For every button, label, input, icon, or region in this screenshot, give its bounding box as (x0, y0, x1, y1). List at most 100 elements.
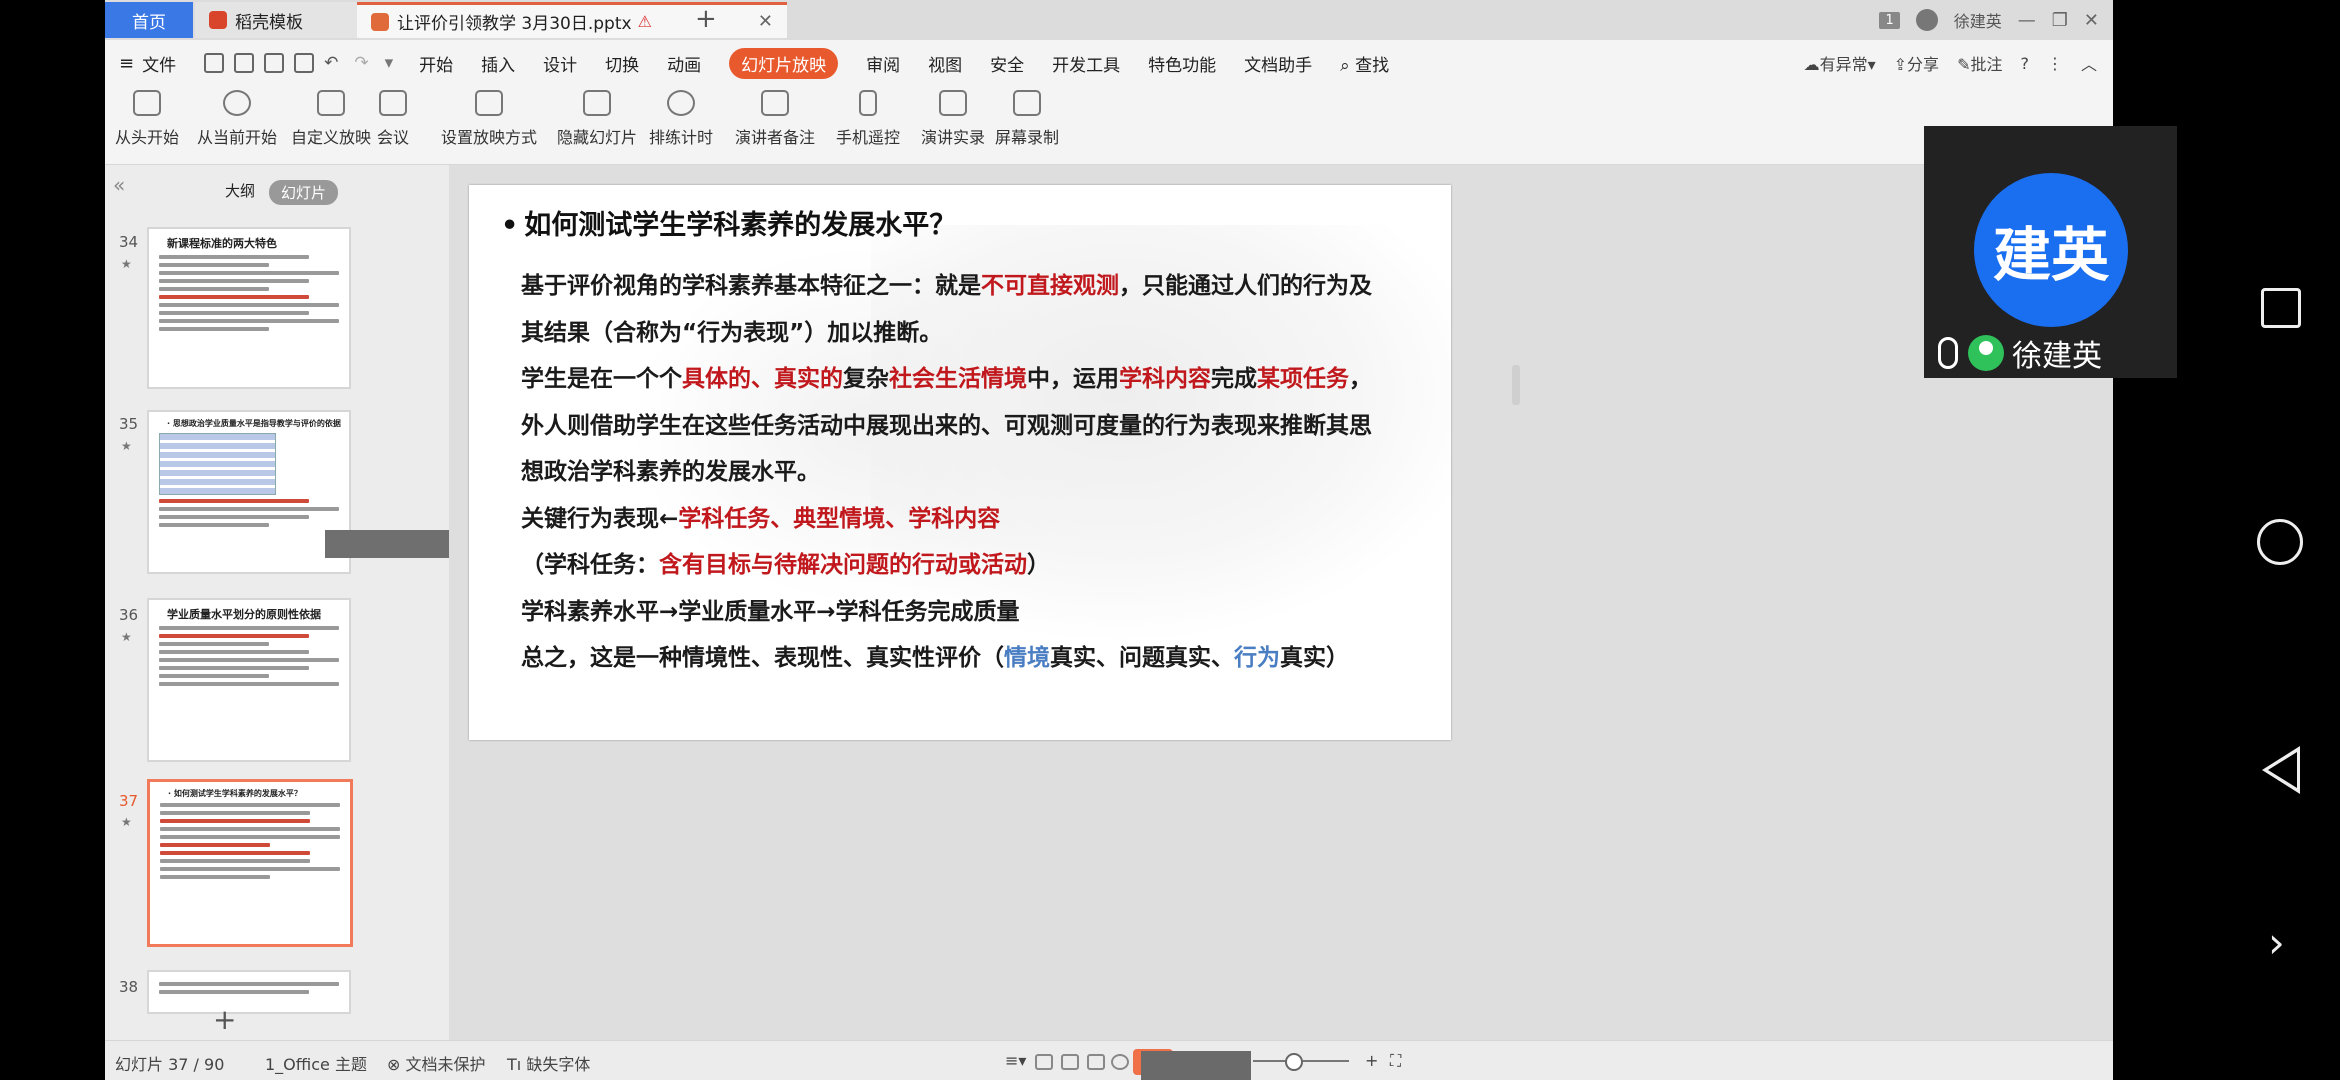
ribbon-label: 从当前开始 (197, 128, 278, 147)
menu-slideshow[interactable]: 幻灯片放映 (729, 47, 839, 79)
thumb-line (160, 827, 340, 831)
animation-star-icon: ★ (121, 815, 132, 829)
more-icon[interactable]: ⋮ (2047, 54, 2063, 73)
tab-document-label: 让评价引领教学 3月30日.pptx (397, 14, 632, 34)
thumb-line (159, 271, 339, 275)
menu-security[interactable]: 安全 (990, 51, 1024, 76)
tab-document[interactable]: 让评价引领教学 3月30日.pptx ⚠ ✕ (357, 2, 787, 38)
thumb-line (160, 875, 270, 879)
user-name[interactable]: 徐建英 (1954, 8, 2002, 32)
scrollbar-thumb[interactable] (1512, 365, 1520, 405)
timer-icon (667, 90, 695, 116)
tab-home[interactable]: 首页 (105, 2, 193, 38)
search-label: 查找 (1355, 55, 1390, 76)
home-icon[interactable] (2257, 519, 2303, 565)
play-from-start-icon (133, 90, 161, 116)
slide-thumbnail-36[interactable]: 学业质量水平划分的原则性依据 (147, 598, 351, 762)
tab-close-icon[interactable]: ✕ (758, 11, 773, 32)
current-slide[interactable]: • 如何测试学生学科素养的发展水平？ 基于评价视角的学科素养基本特征之一：就是不可… (469, 185, 1451, 740)
reading-view-icon[interactable] (1087, 1051, 1105, 1070)
meeting-button[interactable]: 会议 (377, 90, 409, 148)
tab-slides[interactable]: 幻灯片 (269, 180, 339, 205)
chevron-right-icon[interactable]: › (2268, 918, 2285, 967)
search-icon: ⌕ (1340, 55, 1356, 76)
user-avatar[interactable] (1915, 9, 1938, 31)
minimize-icon[interactable]: — (2018, 10, 2036, 31)
play-from-current-button[interactable]: 从当前开始 (197, 90, 277, 148)
zoom-in-icon[interactable]: + (1365, 1051, 1378, 1070)
thumb-line (160, 819, 310, 823)
tab-outline[interactable]: 大纲 (225, 180, 255, 205)
missing-fonts[interactable]: Tı 缺失字体 (507, 1051, 590, 1075)
thumb-line (159, 990, 309, 994)
fit-window-icon[interactable]: ⛶ (1390, 1051, 1401, 1071)
recent-apps-icon[interactable] (2261, 288, 2301, 328)
phone-remote-button[interactable]: 手机遥控 (836, 90, 900, 148)
user-icon (1968, 335, 2004, 371)
show-settings-button[interactable]: 设置放映方式 (441, 90, 537, 148)
thumbnail-title: · 如何测试学生学科素养的发展水平？ (168, 789, 302, 798)
preview-icon[interactable] (294, 53, 315, 73)
save-icon[interactable] (204, 53, 225, 73)
collapse-ribbon-icon[interactable]: ︿ (2081, 51, 2097, 75)
menu-review[interactable]: 审阅 (866, 51, 900, 76)
play-from-start-button[interactable]: 从头开始 (115, 90, 179, 148)
collapse-pane-icon[interactable]: « (113, 173, 125, 197)
notes-toggle-icon[interactable]: ≡▾ (1005, 1051, 1026, 1070)
slide-thumbnail-37-selected[interactable]: · 如何测试学生学科素养的发展水平？ (147, 779, 353, 947)
slide-title-text: 如何测试学生学科素养的发展水平？ (524, 210, 957, 241)
eye-protection-icon[interactable] (1111, 1051, 1129, 1070)
menu-developer[interactable]: 开发工具 (1052, 51, 1120, 76)
thumb-line (159, 311, 309, 315)
wps-presentation-window: 首页 稻壳模板 让评价引领教学 3月30日.pptx ⚠ ✕ + 1 徐建英 —… (105, 0, 2113, 1080)
participant-avatar: 建英 (1974, 173, 2128, 327)
new-tab-button[interactable]: + (695, 4, 717, 34)
undo-icon[interactable]: ↶ (324, 53, 338, 73)
document-protection[interactable]: ⊗ 文档未保护 (387, 1051, 486, 1075)
close-window-icon[interactable]: ✕ (2084, 10, 2099, 31)
ribbon-label: 屏幕录制 (995, 128, 1060, 147)
quick-access-more-icon[interactable]: ▾ (385, 53, 394, 73)
window-count-badge[interactable]: 1 (1879, 11, 1900, 29)
help-icon[interactable]: ? (2020, 54, 2029, 73)
record-speech-button[interactable]: 演讲实录 (921, 90, 985, 148)
print-icon[interactable] (264, 53, 285, 73)
custom-show-button[interactable]: 自定义放映 (291, 90, 371, 148)
menu-transition[interactable]: 切换 (605, 51, 639, 76)
comment-button[interactable]: ✎批注 (1957, 51, 2002, 75)
slide-thumbnail-34[interactable]: 新课程标准的两大特色 (147, 227, 351, 389)
slide-thumbnail-35[interactable]: · 思想政治学业质量水平是指导教学与评价的依据 (147, 410, 351, 574)
ribbon-label: 从头开始 (115, 128, 180, 147)
menu-view[interactable]: 视图 (928, 51, 962, 76)
hamburger-icon[interactable]: ≡ (119, 53, 134, 74)
menu-design[interactable]: 设计 (543, 51, 577, 76)
sync-status-label: 有异常 (1819, 55, 1868, 74)
menu-search[interactable]: ⌕ 查找 (1340, 51, 1389, 76)
speaker-notes-button[interactable]: 演讲者备注 (735, 90, 815, 148)
menu-doc-assistant[interactable]: 文档助手 (1244, 51, 1312, 76)
video-call-overlay[interactable]: 建英 徐建英 (1924, 126, 2177, 378)
menu-file[interactable]: 文件 (142, 51, 176, 76)
theme-name[interactable]: 1_Office 主题 (265, 1051, 367, 1075)
menu-insert[interactable]: 插入 (481, 51, 515, 76)
hide-slide-button[interactable]: 隐藏幻灯片 (557, 90, 637, 148)
thumbnail-title: 新课程标准的两大特色 (167, 237, 277, 250)
menu-features[interactable]: 特色功能 (1148, 51, 1216, 76)
restore-icon[interactable]: ❐ (2052, 10, 2068, 31)
menu-animation[interactable]: 动画 (667, 51, 701, 76)
screen-record-button[interactable]: 屏幕录制 (995, 90, 1059, 148)
zoom-slider-knob[interactable] (1285, 1053, 1303, 1071)
font-icon: Tı (507, 1055, 527, 1074)
normal-view-icon[interactable] (1035, 1051, 1053, 1070)
menu-start[interactable]: 开始 (419, 51, 453, 76)
export-icon[interactable] (234, 53, 255, 73)
rehearse-timing-button[interactable]: 排练计时 (649, 90, 713, 148)
redo-icon[interactable]: ↷ (354, 53, 368, 73)
sorter-view-icon[interactable] (1061, 1051, 1079, 1070)
slide-thumbnail-38[interactable] (147, 970, 351, 1014)
emphasis: 某项任务 (1257, 366, 1349, 392)
emphasis: 社会生活情境 (889, 366, 1027, 392)
sync-status[interactable]: ☁有异常▾ (1804, 51, 1876, 75)
add-slide-button[interactable]: + (213, 1003, 236, 1036)
share-button[interactable]: ⇪分享 (1894, 51, 1939, 75)
